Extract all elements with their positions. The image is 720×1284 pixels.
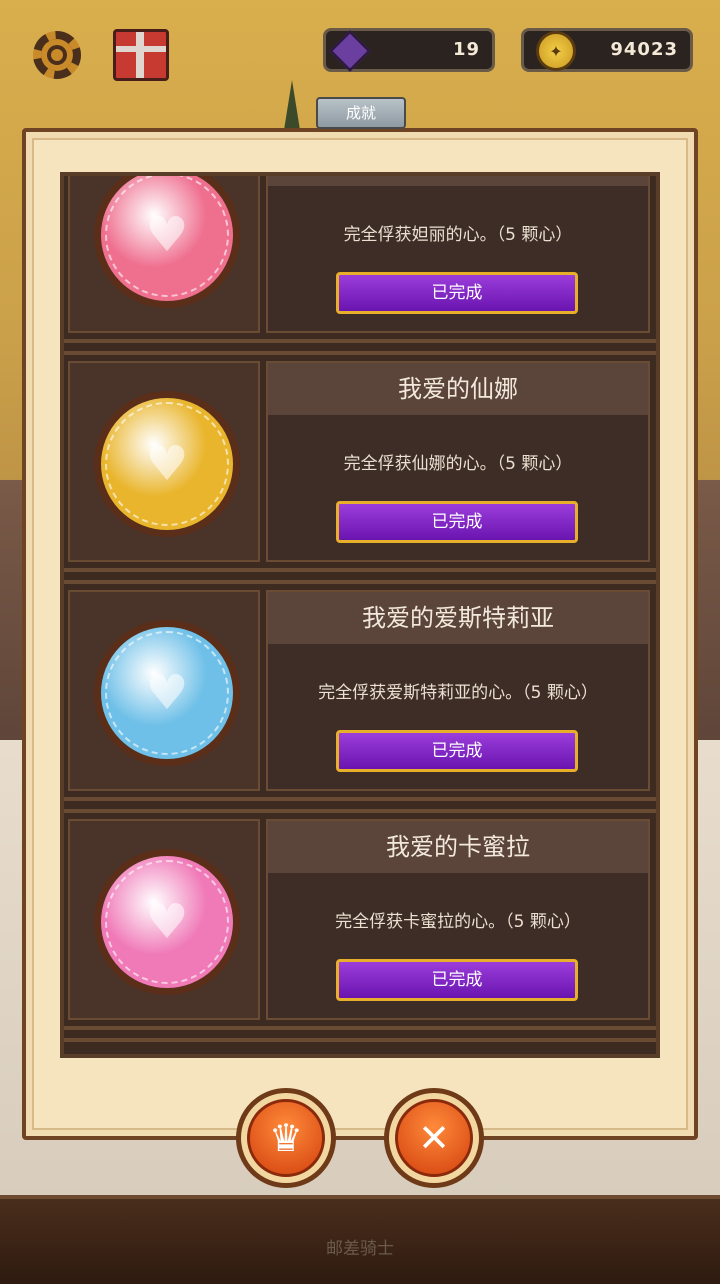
completed-button[interactable]: 已完成 — [336, 272, 578, 314]
achievement-list-inner: ♥ 我爱的妲丽 完全俘获妲丽的心。（5 颗心） 已完成 ♥ 我爱的仙娜 完全俘获… — [64, 176, 656, 1048]
achievement-description: 完全俘获仙娜的心。（5 颗心） — [343, 454, 573, 474]
medal-icon: ♥ — [94, 391, 240, 537]
achievement-row: ♥ 我爱的妲丽 完全俘获妲丽的心。（5 颗心） 已完成 — [64, 176, 656, 361]
achievement-info: 我爱的爱斯特莉亚 完全俘获爱斯特莉亚的心。（5 颗心） 已完成 — [266, 590, 650, 791]
achievement-info: 我爱的妲丽 完全俘获妲丽的心。（5 颗心） 已完成 — [266, 176, 650, 333]
achievement-title: 我爱的卡蜜拉 — [268, 821, 648, 873]
achievement-title: 我爱的仙娜 — [268, 363, 648, 415]
settings-button[interactable] — [26, 24, 88, 86]
app-name: 邮差骑士 — [326, 1239, 394, 1259]
completed-button[interactable]: 已完成 — [336, 501, 578, 543]
medal-cell: ♥ — [68, 590, 260, 791]
achievement-description: 完全俘获爱斯特莉亚的心。（5 颗心） — [318, 683, 598, 703]
medal-cell: ♥ — [68, 819, 260, 1020]
achievement-title: 我爱的妲丽 — [268, 176, 648, 186]
row-divider — [64, 791, 656, 819]
achievement-description: 完全俘获妲丽的心。（5 颗心） — [343, 225, 573, 245]
coin-icon: ✦ — [536, 31, 576, 71]
background-spire — [284, 80, 300, 130]
medal-cell: ♥ — [68, 176, 260, 333]
row-divider — [64, 1020, 656, 1048]
crown-icon: ♛ — [247, 1099, 325, 1177]
achievement-list[interactable]: ♥ 我爱的妲丽 完全俘获妲丽的心。（5 颗心） 已完成 ♥ 我爱的仙娜 完全俘获… — [60, 172, 660, 1058]
medal-icon: ♥ — [94, 849, 240, 995]
achievements-tab: 成就 — [316, 97, 406, 129]
achievement-row: ♥ 我爱的仙娜 完全俘获仙娜的心。（5 颗心） 已完成 — [64, 361, 656, 590]
gem-icon — [329, 30, 371, 72]
medal-icon: ♥ — [94, 176, 240, 308]
gear-icon — [33, 31, 81, 79]
achievement-info: 我爱的仙娜 完全俘获仙娜的心。（5 颗心） 已完成 — [266, 361, 650, 562]
leaderboard-button[interactable]: ♛ — [236, 1088, 336, 1188]
row-divider — [64, 333, 656, 361]
gift-icon — [113, 29, 169, 81]
gem-count: 19 — [452, 39, 480, 60]
completed-button[interactable]: 已完成 — [336, 730, 578, 772]
medal-icon: ♥ — [94, 620, 240, 766]
gem-counter: 19 — [323, 28, 495, 72]
medal-cell: ♥ — [68, 361, 260, 562]
gift-button[interactable] — [110, 24, 172, 86]
achievement-title: 我爱的爱斯特莉亚 — [268, 592, 648, 644]
achievement-info: 我爱的卡蜜拉 完全俘获卡蜜拉的心。（5 颗心） 已完成 — [266, 819, 650, 1020]
close-button[interactable]: ✕ — [384, 1088, 484, 1188]
close-icon: ✕ — [395, 1099, 473, 1177]
row-divider — [64, 562, 656, 590]
achievement-description: 完全俘获卡蜜拉的心。（5 颗心） — [335, 912, 581, 932]
coin-count: 94023 — [610, 39, 678, 60]
completed-button[interactable]: 已完成 — [336, 959, 578, 1001]
coin-counter: ✦ 94023 — [521, 28, 693, 72]
achievement-row: ♥ 我爱的卡蜜拉 完全俘获卡蜜拉的心。（5 颗心） 已完成 — [64, 819, 656, 1048]
achievement-row: ♥ 我爱的爱斯特莉亚 完全俘获爱斯特莉亚的心。（5 颗心） 已完成 — [64, 590, 656, 819]
